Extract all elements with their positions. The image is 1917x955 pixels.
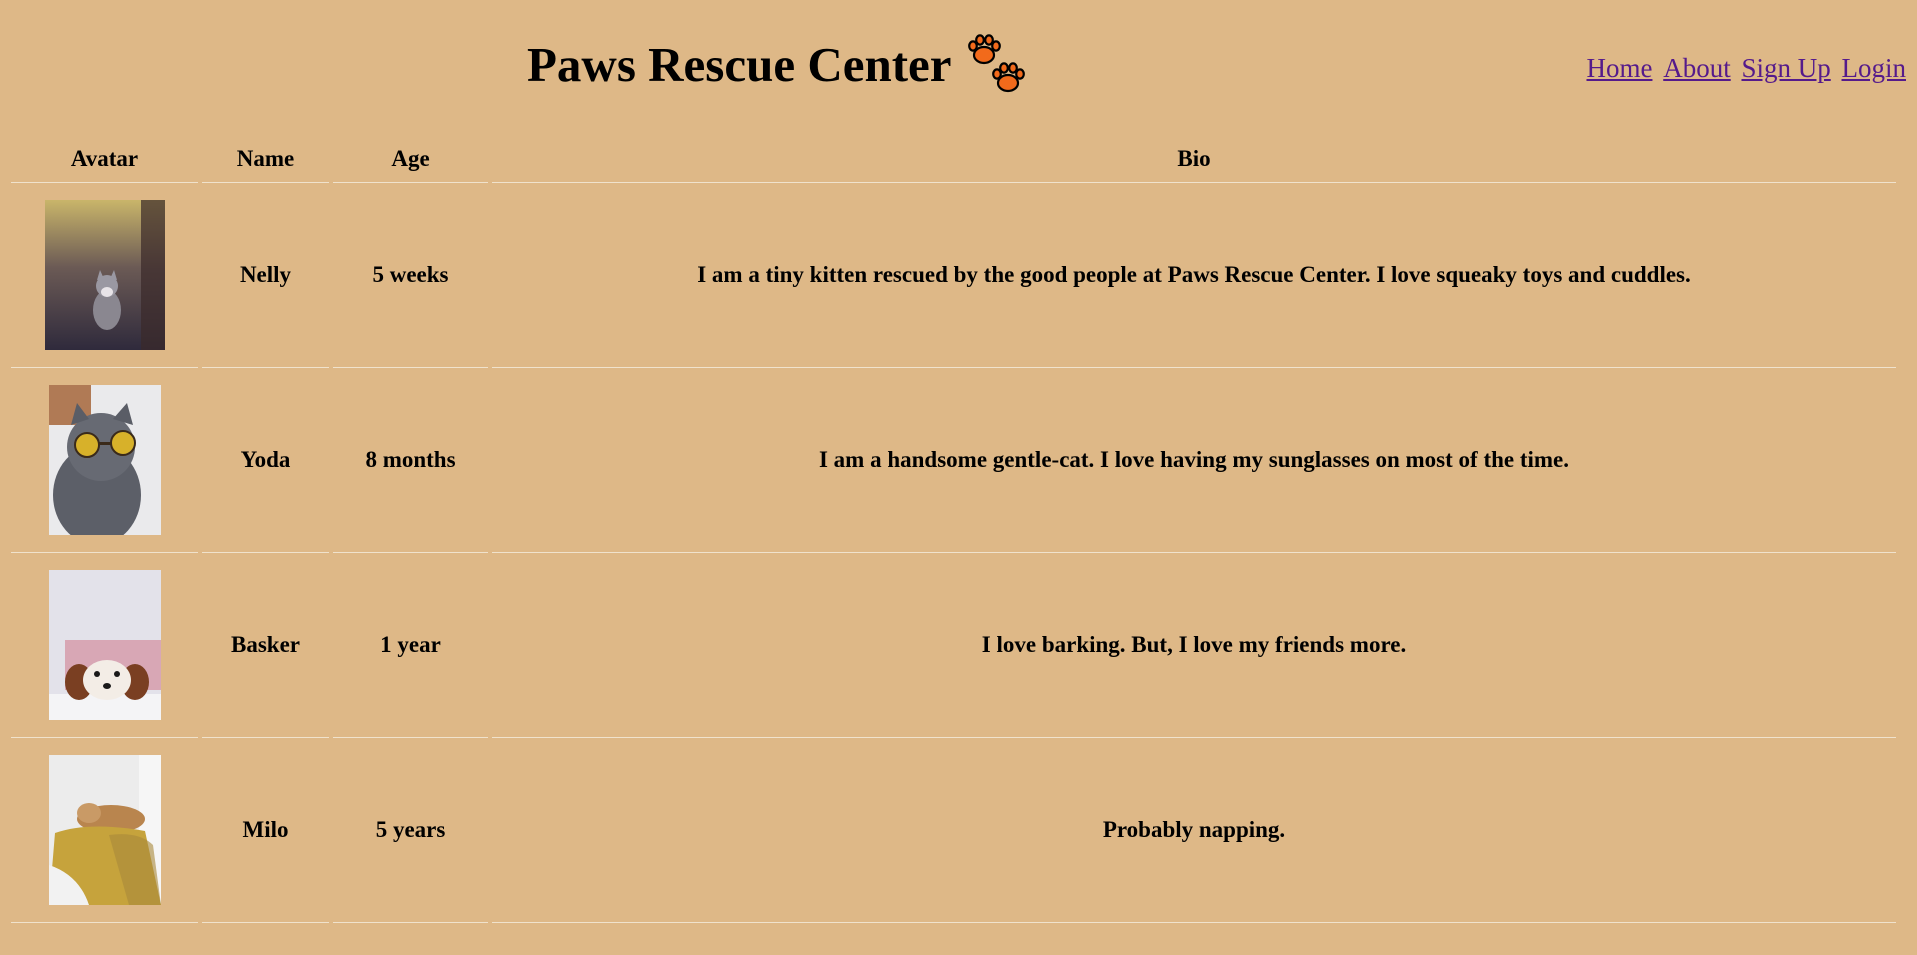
avatar-cell <box>11 738 198 923</box>
title-group: Paws Rescue Center <box>527 30 1026 100</box>
table-body: Nelly 5 weeks I am a tiny kitten rescued… <box>11 183 1896 923</box>
nav-link-login[interactable]: Login <box>1842 53 1907 83</box>
table-row: Milo 5 years Probably napping. <box>11 738 1896 923</box>
page-header: Paws Rescue Center Home About Sign Up Lo… <box>0 0 1917 135</box>
pet-age: 5 weeks <box>333 183 488 368</box>
top-nav: Home About Sign Up Login <box>1586 53 1906 84</box>
nav-link-sign-up[interactable]: Sign Up <box>1741 53 1830 83</box>
table-header: Avatar Name Age Bio <box>11 135 1896 183</box>
pet-bio: Probably napping. <box>492 738 1896 923</box>
avatar-cell <box>11 553 198 738</box>
pet-name: Nelly <box>202 183 329 368</box>
pet-bio: I am a handsome gentle-cat. I love havin… <box>492 368 1896 553</box>
sleeping-dog-photo <box>48 755 161 905</box>
nav-link-home[interactable]: Home <box>1586 53 1652 83</box>
pet-bio: I love barking. But, I love my friends m… <box>492 553 1896 738</box>
table-row: Basker 1 year I love barking. But, I lov… <box>11 553 1896 738</box>
kitten-photo <box>44 200 165 350</box>
pet-name: Milo <box>202 738 329 923</box>
page-title: Paws Rescue Center <box>527 37 952 92</box>
table-row: Yoda 8 months I am a handsome gentle-cat… <box>11 368 1896 553</box>
pet-age: 8 months <box>333 368 488 553</box>
pet-name: Yoda <box>202 368 329 553</box>
pets-table: Avatar Name Age Bio Nelly 5 weeks I am a… <box>7 135 1900 923</box>
nav-link-about[interactable]: About <box>1663 53 1731 83</box>
pet-bio: I am a tiny kitten rescued by the good p… <box>492 183 1896 368</box>
pet-name: Basker <box>202 553 329 738</box>
pet-age: 1 year <box>333 553 488 738</box>
table-row: Nelly 5 weeks I am a tiny kitten rescued… <box>11 183 1896 368</box>
cat-with-sunglasses-photo <box>48 385 161 535</box>
pet-age: 5 years <box>333 738 488 923</box>
avatar-cell <box>11 368 198 553</box>
paw-prints-icon <box>967 34 1025 93</box>
avatar-cell <box>11 183 198 368</box>
puppy-photo <box>48 570 161 720</box>
column-header-avatar: Avatar <box>11 135 198 183</box>
column-header-name: Name <box>202 135 329 183</box>
column-header-bio: Bio <box>492 135 1896 183</box>
column-header-age: Age <box>333 135 488 183</box>
header-row: Avatar Name Age Bio <box>11 135 1896 183</box>
